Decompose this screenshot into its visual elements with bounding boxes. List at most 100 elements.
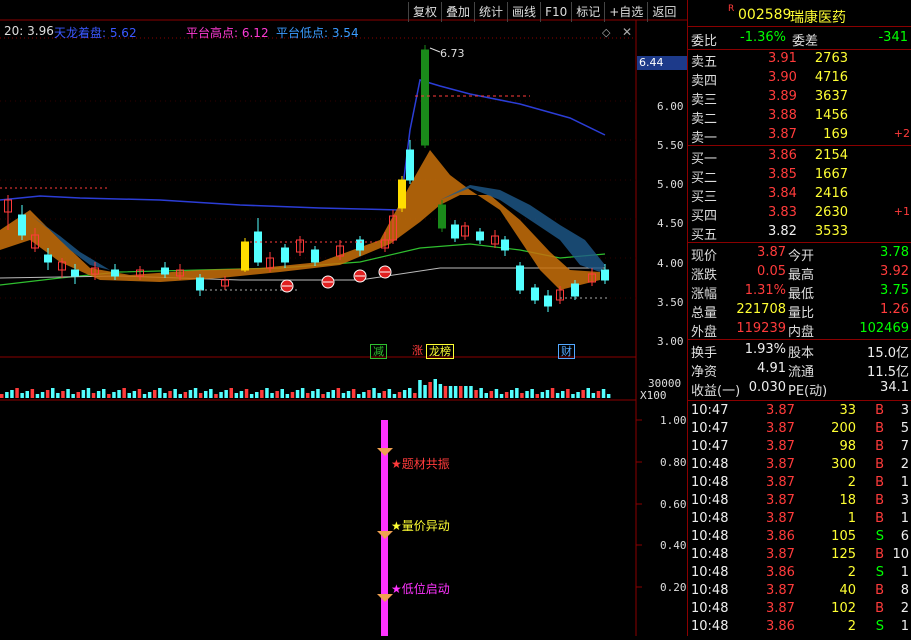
volume-bar [520,393,524,398]
tick-count: 1 [900,511,909,526]
order-row: 买五 3.82 3533 [688,223,911,243]
candle-body [571,283,579,297]
volume-bar [351,389,356,398]
candle-body [406,149,414,181]
order-label: 买二 [691,171,718,186]
tick-row: 10:48 3.86 105 S 6 [688,528,911,546]
volume-bar [453,386,458,398]
close-icon[interactable]: ✕ [622,25,632,39]
volume-bar [132,391,137,398]
volume-bar [270,393,274,398]
volume-bar [25,391,29,398]
tick-volume: 1 [847,511,856,526]
order-volume: 2630 [814,205,848,220]
order-label: 卖四 [691,74,718,89]
tick-count: 6 [900,529,909,544]
tick-count: 1 [900,475,909,490]
volume-bar [469,386,473,398]
signal-low-start: ★低位启动 [391,582,450,596]
overlay-button[interactable]: 叠加 [441,2,474,22]
order-label: 买四 [691,209,718,224]
volume-bar [499,394,504,398]
event-tag-limit-up[interactable]: 涨 [410,344,425,357]
quote-value: 1.31% [744,283,786,298]
tick-side: B [875,511,884,526]
tick-price: 3.87 [766,457,795,472]
back-button[interactable]: 返回 [647,2,680,22]
candle-body [438,204,446,229]
tick-time: 10:48 [691,475,729,490]
restore-rights-button[interactable]: 复权 [408,2,441,22]
candle-body [71,269,79,277]
order-volume: 3637 [814,89,848,104]
tick-time: 10:48 [691,511,729,526]
tick-volume: 98 [839,439,856,454]
tick-price: 3.87 [766,547,795,562]
volume-bar [336,388,341,398]
volume-bar [204,391,208,398]
candle-body [476,231,484,241]
volume-bar [15,388,19,398]
indicator-tick: 0.40 [660,539,687,552]
volume-bar [153,390,157,398]
order-change: +2 [893,127,910,140]
candle-body [451,224,459,239]
order-volume: 2154 [814,148,848,163]
event-tag-reduce[interactable]: 减 [370,344,387,359]
volume-bar [234,393,239,398]
kline-chart-area[interactable]: 复权 叠加 统计 画线 F10 标记 +自选 返回 20: 3.96 天龙着盘:… [0,0,687,636]
volume-bar [193,388,198,398]
tick-side: S [875,529,884,544]
volume-bar [438,384,443,398]
tick-volume: 33 [839,403,856,418]
volume-bar [423,385,427,398]
volume-bar [372,388,376,398]
volume-bar [443,386,448,398]
candle-body [111,269,119,277]
tick-price: 3.87 [766,475,795,490]
volume-bar [158,388,162,398]
tick-price: 3.87 [766,493,795,508]
order-row: 买二 3.85 1667 [688,166,911,186]
volume-bar [459,386,463,398]
order-price: 3.82 [768,224,797,239]
tick-count: 3 [900,403,909,418]
event-tag-dragon-list[interactable]: 龙榜 [426,344,454,359]
chart-canvas[interactable] [0,0,687,636]
candle-body [601,269,609,281]
f10-button[interactable]: F10 [540,2,571,22]
tick-volume: 125 [831,547,856,562]
volume-bar [127,393,131,398]
diamond-icon[interactable]: ◇ [602,26,610,39]
volume-bar [168,391,172,398]
candle-body [18,214,26,236]
tick-time: 10:48 [691,583,729,598]
tick-price: 3.87 [766,511,795,526]
volume-bar [367,390,371,398]
volume-bar [377,393,381,398]
add-watchlist-button[interactable]: +自选 [604,2,647,22]
volume-bar [5,392,9,398]
tick-time: 10:48 [691,493,729,508]
volume-bar [576,392,580,398]
volume-bar [448,386,453,398]
tick-side: B [875,583,884,598]
order-label: 买五 [691,228,718,243]
event-tag-finance[interactable]: 财 [558,344,575,359]
draw-line-button[interactable]: 画线 [507,2,540,22]
volume-bar [479,388,483,398]
volume-bar [76,392,80,398]
volume-bar [316,389,320,398]
statistics-button[interactable]: 统计 [474,2,507,22]
tick-time: 10:48 [691,601,729,616]
volume-bar [321,394,325,398]
tick-count: 5 [900,421,909,436]
price-tick: 4.00 [657,257,684,270]
volume-bar [102,389,106,398]
finance-label: 收益(一) [691,384,741,399]
price-tick: 3.50 [657,296,684,309]
weicha-label: 委差 [792,34,819,49]
candle-body [516,265,524,291]
mark-button[interactable]: 标记 [571,2,604,22]
tick-row: 10:48 3.87 2 B 1 [688,474,911,492]
